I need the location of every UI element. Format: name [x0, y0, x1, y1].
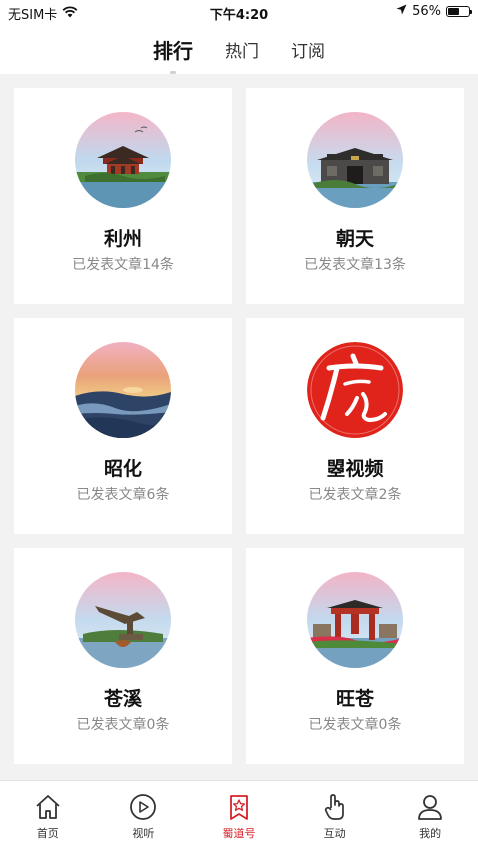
account-card-zhaohua[interactable]: 昭化 已发表文章6条 — [14, 318, 232, 534]
tab-header: 排行 热门 订阅 — [0, 24, 478, 74]
tab-popular[interactable]: 热门 — [225, 33, 259, 66]
article-count: 已发表文章14条 — [72, 257, 174, 273]
article-count: 已发表文章0条 — [308, 717, 402, 733]
account-grid: 利州 已发表文章14条 朝天 已发表文章13条 昭化 已发表文章6条 曌视频 已… — [14, 88, 466, 764]
battery-icon — [446, 6, 472, 17]
article-count: 已发表文章2条 — [308, 487, 402, 503]
status-right: 56% — [396, 4, 472, 19]
tab-ranking[interactable]: 排行 — [153, 31, 193, 74]
account-name: 昭化 — [103, 458, 142, 480]
gate-icon — [307, 112, 403, 208]
account-name: 苍溪 — [103, 688, 142, 710]
nav-label: 蜀道号 — [222, 827, 256, 840]
user-icon — [385, 791, 475, 823]
article-count: 已发表文章13条 — [304, 257, 406, 273]
nav-home[interactable]: 首页 — [3, 781, 93, 841]
nav-interact[interactable]: 互动 — [290, 781, 380, 841]
location-arrow-icon — [396, 4, 407, 19]
home-icon — [3, 791, 93, 823]
nav-video[interactable]: 视听 — [98, 781, 188, 841]
archway-icon — [307, 572, 403, 668]
pavilion-icon — [75, 112, 171, 208]
hand-touch-icon — [290, 791, 380, 823]
battery-percent: 56% — [412, 4, 441, 19]
calligraphy-seal-icon — [307, 342, 403, 438]
bookmark-star-icon — [194, 791, 284, 823]
account-card-lizhou[interactable]: 利州 已发表文章14条 — [14, 88, 232, 304]
account-card-cangxi[interactable]: 苍溪 已发表文章0条 — [14, 548, 232, 764]
account-card-chaotian[interactable]: 朝天 已发表文章13条 — [246, 88, 464, 304]
play-icon — [98, 791, 188, 823]
nav-label: 首页 — [36, 827, 59, 840]
account-name: 旺苍 — [335, 688, 374, 710]
status-bar: 无SIM卡 下午4:20 56% — [0, 0, 478, 24]
tab-subscribe[interactable]: 订阅 — [291, 33, 325, 66]
nav-label: 视听 — [132, 827, 155, 840]
nav-label: 我的 — [419, 827, 442, 840]
account-card-zhao-video[interactable]: 曌视频 已发表文章2条 — [246, 318, 464, 534]
nav-shudao[interactable]: 蜀道号 — [194, 781, 284, 841]
account-name: 利州 — [103, 228, 142, 250]
article-count: 已发表文章6条 — [76, 487, 170, 503]
nav-label: 互动 — [323, 827, 346, 840]
nav-mine[interactable]: 我的 — [385, 781, 475, 841]
sunset-river-icon — [75, 342, 171, 438]
battery-fill — [448, 8, 460, 15]
bottom-nav: 首页 视听 蜀道号 互动 我的 — [0, 780, 478, 850]
article-count: 已发表文章0条 — [76, 717, 170, 733]
account-card-wangcang[interactable]: 旺苍 已发表文章0条 — [246, 548, 464, 764]
account-name: 曌视频 — [326, 458, 384, 480]
statue-icon — [75, 572, 171, 668]
account-name: 朝天 — [335, 228, 374, 250]
